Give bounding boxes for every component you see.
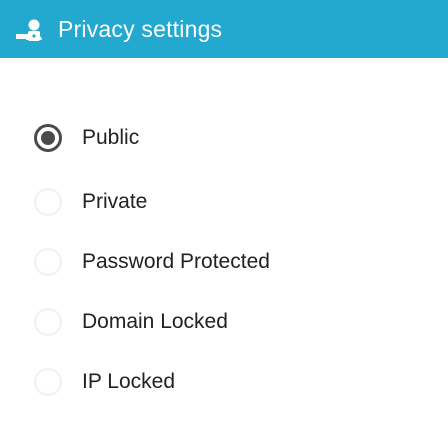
private-radio[interactable] xyxy=(34,188,62,216)
privacy-option-private[interactable]: Private xyxy=(34,180,414,224)
privacy-option-ip-locked[interactable]: IP Locked xyxy=(34,360,414,404)
privacy-settings-header: Privacy settings xyxy=(0,0,448,58)
public-label: Public xyxy=(82,126,140,149)
domain-locked-label: Domain Locked xyxy=(82,310,228,333)
private-label: Private xyxy=(82,190,148,213)
ip-locked-label: IP Locked xyxy=(82,370,176,393)
privacy-option-public[interactable]: Public xyxy=(34,116,414,160)
domain-locked-radio[interactable] xyxy=(34,308,62,336)
privacy-settings-panel: Privacy settings Public Private Password… xyxy=(0,0,448,440)
ip-locked-radio[interactable] xyxy=(34,368,62,396)
page-title: Privacy settings xyxy=(58,16,223,42)
public-radio[interactable] xyxy=(34,124,62,152)
password-protected-label: Password Protected xyxy=(82,250,270,273)
privacy-icon xyxy=(14,14,54,44)
privacy-option-password-protected[interactable]: Password Protected xyxy=(34,240,414,284)
password-protected-radio[interactable] xyxy=(34,248,62,276)
privacy-option-domain-locked[interactable]: Domain Locked xyxy=(34,300,414,344)
